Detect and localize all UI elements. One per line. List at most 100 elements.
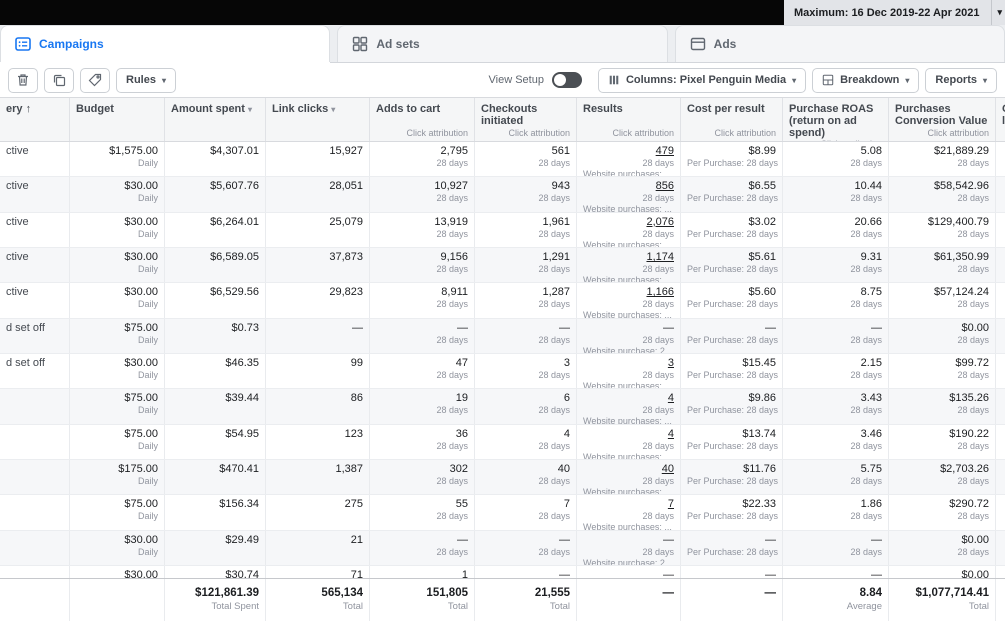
footer-results-value: — <box>662 587 675 599</box>
amount-spent-cell-value: $39.44 <box>225 392 259 405</box>
reports-button[interactable]: Reports ▾ <box>925 67 997 93</box>
view-setup-toggle[interactable] <box>551 72 582 88</box>
column-header-link-clicks[interactable]: Link clicks ▾ <box>266 98 370 141</box>
breakdown-button[interactable]: Breakdown ▾ <box>812 67 920 93</box>
results-link[interactable]: 856 <box>583 180 674 193</box>
footer-cost-per-result-value: — <box>764 587 777 599</box>
results-cell-value: — <box>663 321 674 334</box>
results-link[interactable]: 40 <box>583 463 674 476</box>
budget-cell: $30.00Daily <box>70 353 165 389</box>
results-cell-period: 28 days <box>642 511 674 522</box>
columns-button[interactable]: Columns: Pixel Penguin Media ▾ <box>597 67 807 93</box>
conversion-value-cell-period: 28 days <box>957 405 989 416</box>
tab-ads[interactable]: Ads <box>674 25 1005 62</box>
footer-roas-label: Average <box>846 601 882 612</box>
budget-cell-value: $30.00 <box>124 356 158 369</box>
cost-per-result-cell-value: $5.61 <box>748 250 776 263</box>
table-row[interactable]: ctive $30.00 Daily $5,607.76 28,051 10,927 28 … <box>0 177 1005 213</box>
adds-to-cart-cell-period: 28 days <box>436 299 468 310</box>
column-header-purchases-conversion-value[interactable]: Purchases Conversion Value Click attribut… <box>889 98 996 141</box>
roas-cell: 8.75 28 days <box>783 283 889 318</box>
table-row[interactable]: $75.00 Daily $54.95 123 36 28 days 4 28 days 4 28… <box>0 424 1005 460</box>
table-row[interactable]: d set off $75.00 Daily $0.73— —28 days —28 da… <box>0 318 1005 354</box>
results-link[interactable]: 7 <box>583 498 674 511</box>
reports-button-label: Reports <box>935 74 977 86</box>
results-link[interactable]: 3 <box>583 357 674 370</box>
tab-ads-label: Ads <box>713 37 737 51</box>
column-header-results[interactable]: Results Click attribution <box>577 98 681 141</box>
delete-button[interactable] <box>8 67 38 93</box>
results-link[interactable]: 2,076 <box>583 216 674 229</box>
column-header-checkouts-initiated[interactable]: Checkouts initiated Click attribution <box>475 98 577 141</box>
amount-spent-cell: $39.44 <box>165 389 266 424</box>
tab-ad-sets[interactable]: Ad sets <box>337 25 668 62</box>
checkouts-cell-period: 28 days <box>538 228 570 239</box>
link-clicks-cell: 25,079 <box>266 212 370 247</box>
checkouts-cell-value: 1,287 <box>542 286 570 299</box>
column-header-adds-to-cart[interactable]: Adds to cart Click attribution <box>370 98 475 141</box>
cost-per-result-cell: $22.33 Per Purchase: 28 days <box>681 495 783 530</box>
table-row[interactable]: $30.00 Daily $29.49 21—28 days —28 days —28 d… <box>0 530 1005 566</box>
table-row[interactable]: ctive $30.00 Daily $6,589.05 37,873 9,156 28 d… <box>0 247 1005 284</box>
chevron-down-icon[interactable]: ▾ <box>992 7 1005 18</box>
campaigns-table: ery ↑ Budget Amount spent ▾ Link clicks ▾ Adds… <box>0 97 1005 621</box>
adds-to-cart-cell-value: 13,919 <box>434 215 468 228</box>
table-row[interactable]: $30.00Daily$30.7471128 days—28 days—28 d… <box>0 565 1005 578</box>
cost-per-result-cell-period: Per Purchase: 28 days <box>687 405 779 416</box>
column-header-label: Link clicks ▾ <box>272 103 336 115</box>
table-row[interactable]: d set off $30.00 Daily $46.35 99 47 28 days 3 28… <box>0 353 1005 390</box>
checkouts-cell: 1,291 28 days <box>475 247 577 283</box>
column-header-amount-spent[interactable]: Amount spent ▾ <box>165 98 266 141</box>
results-cell-value: — <box>663 568 674 578</box>
column-header-purchase-roas[interactable]: Purchase ROAS (return on ad spend)Click … <box>783 98 889 141</box>
amount-spent-cell: $156.34 <box>165 495 266 530</box>
table-row[interactable]: $75.00 Daily $156.34 275 55 28 days 7 28 days 7 2… <box>0 495 1005 531</box>
budget-cell-period: Daily <box>137 193 158 204</box>
cost-per-result-cell: $15.45 Per Purchase: 28 days <box>681 353 783 389</box>
conversion-value-cell-value: $2,703.26 <box>940 462 989 475</box>
date-range-selector[interactable]: Maximum: 16 Dec 2019-22 Apr 2021 ▾ <box>783 0 1005 25</box>
duplicate-button[interactable] <box>44 67 74 93</box>
adds-to-cart-cell-value: — <box>457 533 468 546</box>
table-row[interactable]: ctive $30.00 Daily $6,264.01 25,079 13,919 28 … <box>0 212 1005 248</box>
conversion-value-cell-period: 28 days <box>957 193 989 204</box>
table-row[interactable]: $175.00 Daily $470.41 1,387 302 28 days 40 28 d… <box>0 459 1005 496</box>
column-header-budget[interactable]: Budget <box>70 98 165 141</box>
chevron-down-icon: ▾ <box>905 75 910 85</box>
checkouts-cell-period: 28 days <box>538 369 570 380</box>
tag-button[interactable] <box>80 67 110 93</box>
results-link[interactable]: 1,166 <box>583 286 674 299</box>
tab-campaigns[interactable]: Campaigns <box>0 25 331 62</box>
adds-to-cart-cell: 19 28 days <box>370 389 475 424</box>
chevron-down-icon: ▾ <box>982 75 987 85</box>
sort-caret-icon[interactable]: ▾ <box>331 105 335 114</box>
cost-per-result-cell-value: $5.60 <box>748 286 776 299</box>
roas-cell-value: 1.86 <box>860 498 882 511</box>
conversion-value-cell: $290.72 28 days <box>889 495 996 530</box>
column-header-cost-per-result[interactable]: Cost per result Click attribution <box>681 98 783 141</box>
column-header-delivery[interactable]: ery ↑ <box>0 98 70 141</box>
results-link[interactable]: 4 <box>583 392 674 405</box>
checkouts-cell-value: 3 <box>563 356 570 369</box>
results-link[interactable]: 1,174 <box>583 251 674 264</box>
breakdown-button-label: Breakdown <box>840 74 900 86</box>
sort-caret-icon[interactable]: ▾ <box>248 105 252 114</box>
rules-button[interactable]: Rules ▾ <box>116 67 176 93</box>
results-cell: 40 28 days Website purchases: ... <box>577 459 681 495</box>
roas-cell-value: 3.46 <box>860 427 882 440</box>
cost-per-result-cell-period: Per Purchase: 28 days <box>687 299 779 310</box>
table-row[interactable]: ctive $1,575.00 Daily $4,307.01 15,927 2,795 2… <box>0 142 1005 178</box>
table-row[interactable]: $75.00 Daily $39.44 86 19 28 days 6 28 days 4 28 … <box>0 389 1005 425</box>
table-row[interactable]: ctive $30.00 Daily $6,529.56 29,823 8,911 28 d… <box>0 283 1005 319</box>
adds-to-cart-cell: —28 days <box>370 530 475 565</box>
results-link[interactable]: 4 <box>583 428 674 441</box>
delivery-cell: ctive <box>0 212 70 247</box>
delivery-status: d set off <box>6 321 45 334</box>
column-header-cut[interactable]: C li <box>996 98 1005 141</box>
roas-cell-value: 8.75 <box>860 286 882 299</box>
results-link[interactable]: 479 <box>583 145 674 158</box>
checkouts-cell-value: 943 <box>551 180 570 193</box>
roas-cell: —28 days <box>783 530 889 565</box>
checkouts-cell-period: 28 days <box>538 440 570 451</box>
roas-cell: 1.86 28 days <box>783 495 889 530</box>
